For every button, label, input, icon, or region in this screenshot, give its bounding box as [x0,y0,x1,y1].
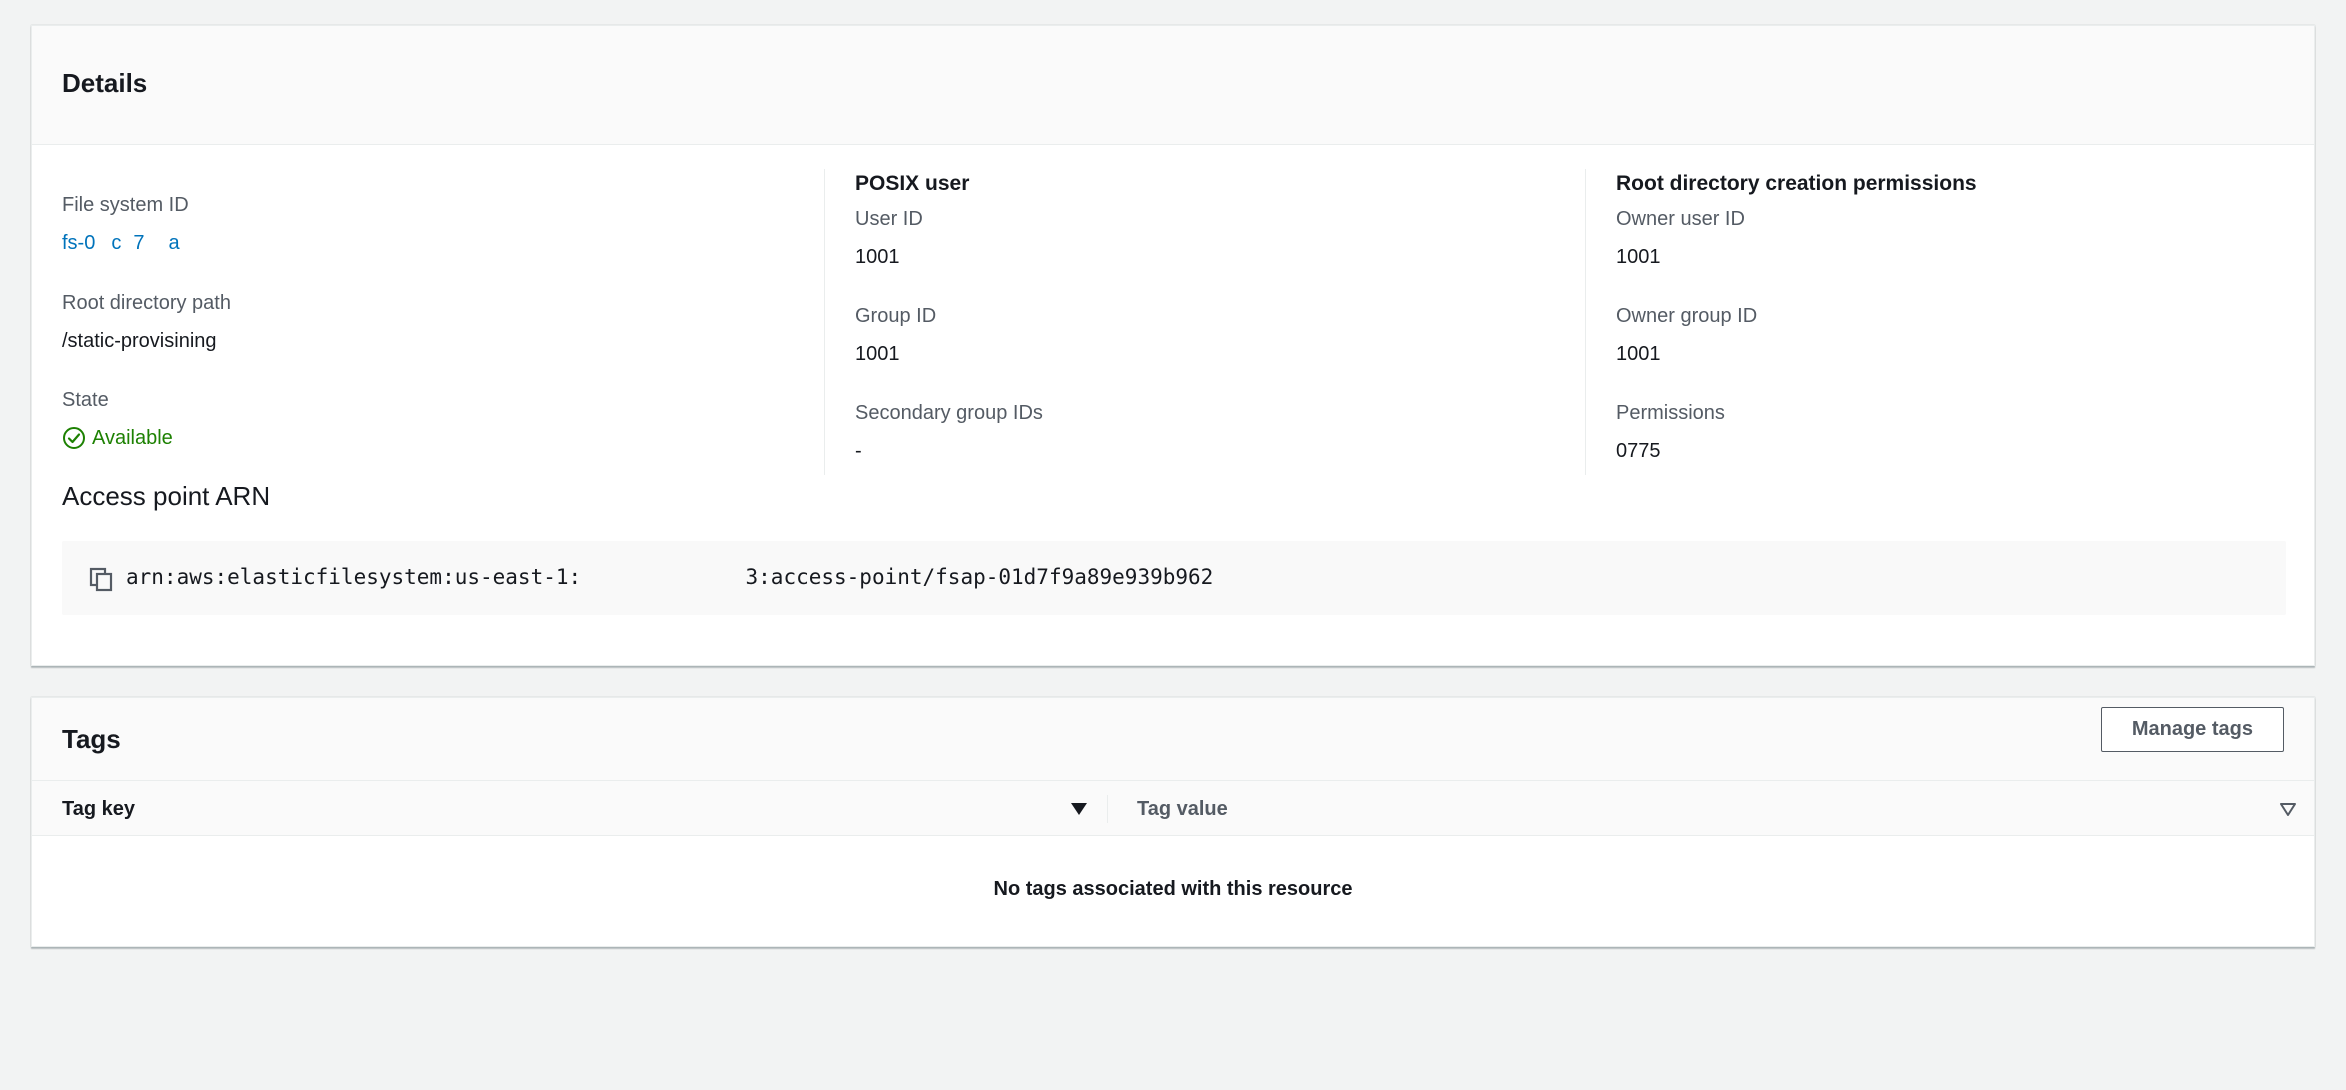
tags-panel: Tags Manage tags Tag key Tag value No ta… [31,697,2315,947]
details-panel: Details File system ID fs-0 c 7 a Root d… [31,25,2315,666]
details-header: Details [32,26,2314,145]
group-id-value: 1001 [855,343,900,365]
empty-tags-message: No tags associated with this resource [993,878,1353,900]
posix-user-column: POSIX user User ID 1001 Group ID 1001 Se… [824,169,1554,475]
group-id-field: Group ID 1001 [855,302,936,368]
check-circle-icon [63,427,85,449]
owner-user-id-field: Owner user ID 1001 [1616,205,1745,271]
permissions-field: Permissions 0775 [1616,399,1725,465]
access-point-arn-label: Access point ARN [62,481,271,511]
state-label: State [62,389,109,411]
tags-header: Tags Manage tags [32,698,2314,780]
copy-icon[interactable] [88,566,114,592]
tags-title: Tags [62,724,121,754]
permissions-value: 0775 [1616,440,1661,462]
column-divider [1107,795,1108,823]
details-title: Details [62,68,148,98]
state-field: State Available [62,386,173,452]
owner-group-id-field: Owner group ID 1001 [1616,302,1757,368]
column-header-tag-key[interactable]: Tag key [62,781,1112,837]
posix-user-heading: POSIX user [855,172,970,195]
column-header-tag-value[interactable]: Tag value [1137,781,2287,837]
root-directory-path-value: /static-provisining [62,330,217,352]
file-system-id-link[interactable]: fs-0 c 7 a [62,229,188,257]
root-directory-path-label: Root directory path [62,292,231,314]
secondary-group-ids-value: - [855,440,862,462]
state-value: Available [92,427,173,449]
file-system-id-field: File system ID fs-0 c 7 a [62,191,189,257]
user-id-value: 1001 [855,246,900,268]
root-permissions-heading: Root directory creation permissions [1616,172,1977,195]
file-system-id-label: File system ID [62,194,189,216]
user-id-field: User ID 1001 [855,205,923,271]
access-point-arn-box: arn:aws:elasticfilesystem:us-east-1: 3:a… [62,541,2286,615]
secondary-group-ids-label: Secondary group IDs [855,402,1043,424]
access-point-arn-value: arn:aws:elasticfilesystem:us-east-1: 3:a… [126,565,1214,589]
owner-user-id-value: 1001 [1616,246,1661,268]
root-directory-path-field: Root directory path /static-provisining [62,289,231,355]
permissions-label: Permissions [1616,402,1725,424]
user-id-label: User ID [855,208,923,230]
tags-table-header: Tag key Tag value [32,780,2314,836]
sort-descending-icon[interactable] [1070,801,1088,817]
root-permissions-column: Root directory creation permissions Owne… [1585,169,2305,475]
owner-group-id-label: Owner group ID [1616,305,1758,327]
state-status: Available [62,424,173,452]
secondary-group-ids-field: Secondary group IDs - [855,399,1043,465]
group-id-label: Group ID [855,305,937,327]
sort-inactive-icon[interactable] [2279,801,2297,817]
owner-user-id-label: Owner user ID [1616,208,1745,230]
manage-tags-button[interactable]: Manage tags [2100,707,2284,752]
column-header-tag-value-label: Tag value [1137,797,1228,820]
owner-group-id-value: 1001 [1616,343,1661,365]
column-header-tag-key-label: Tag key [62,797,135,820]
